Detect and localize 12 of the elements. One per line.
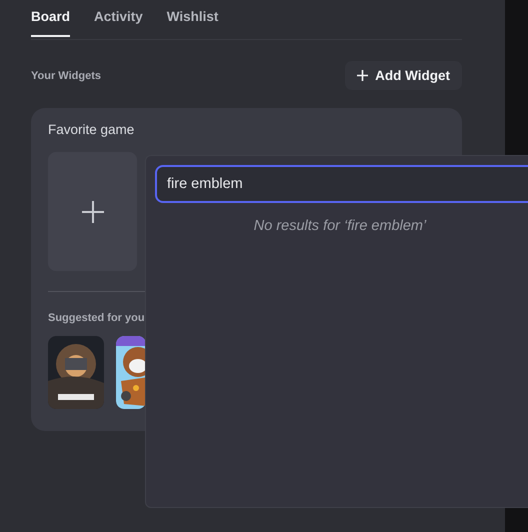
section-title: Your Widgets <box>31 70 101 82</box>
card-title: Favorite game <box>48 122 136 137</box>
section-title: Suggested for you <box>48 312 146 324</box>
tab[interactable]: Board <box>31 9 70 37</box>
plus-icon <box>82 200 104 222</box>
empty-message: No results for ‘fire emblem’ <box>252 218 428 234</box>
plus-icon <box>357 70 368 81</box>
tab[interactable]: Wishlist <box>166 9 218 37</box>
add-game-tile[interactable] <box>48 152 137 271</box>
search-field[interactable]: fire emblem <box>155 165 528 203</box>
add-widget-button[interactable]: Add Widget <box>345 61 462 90</box>
tab[interactable]: Activity <box>94 9 143 37</box>
